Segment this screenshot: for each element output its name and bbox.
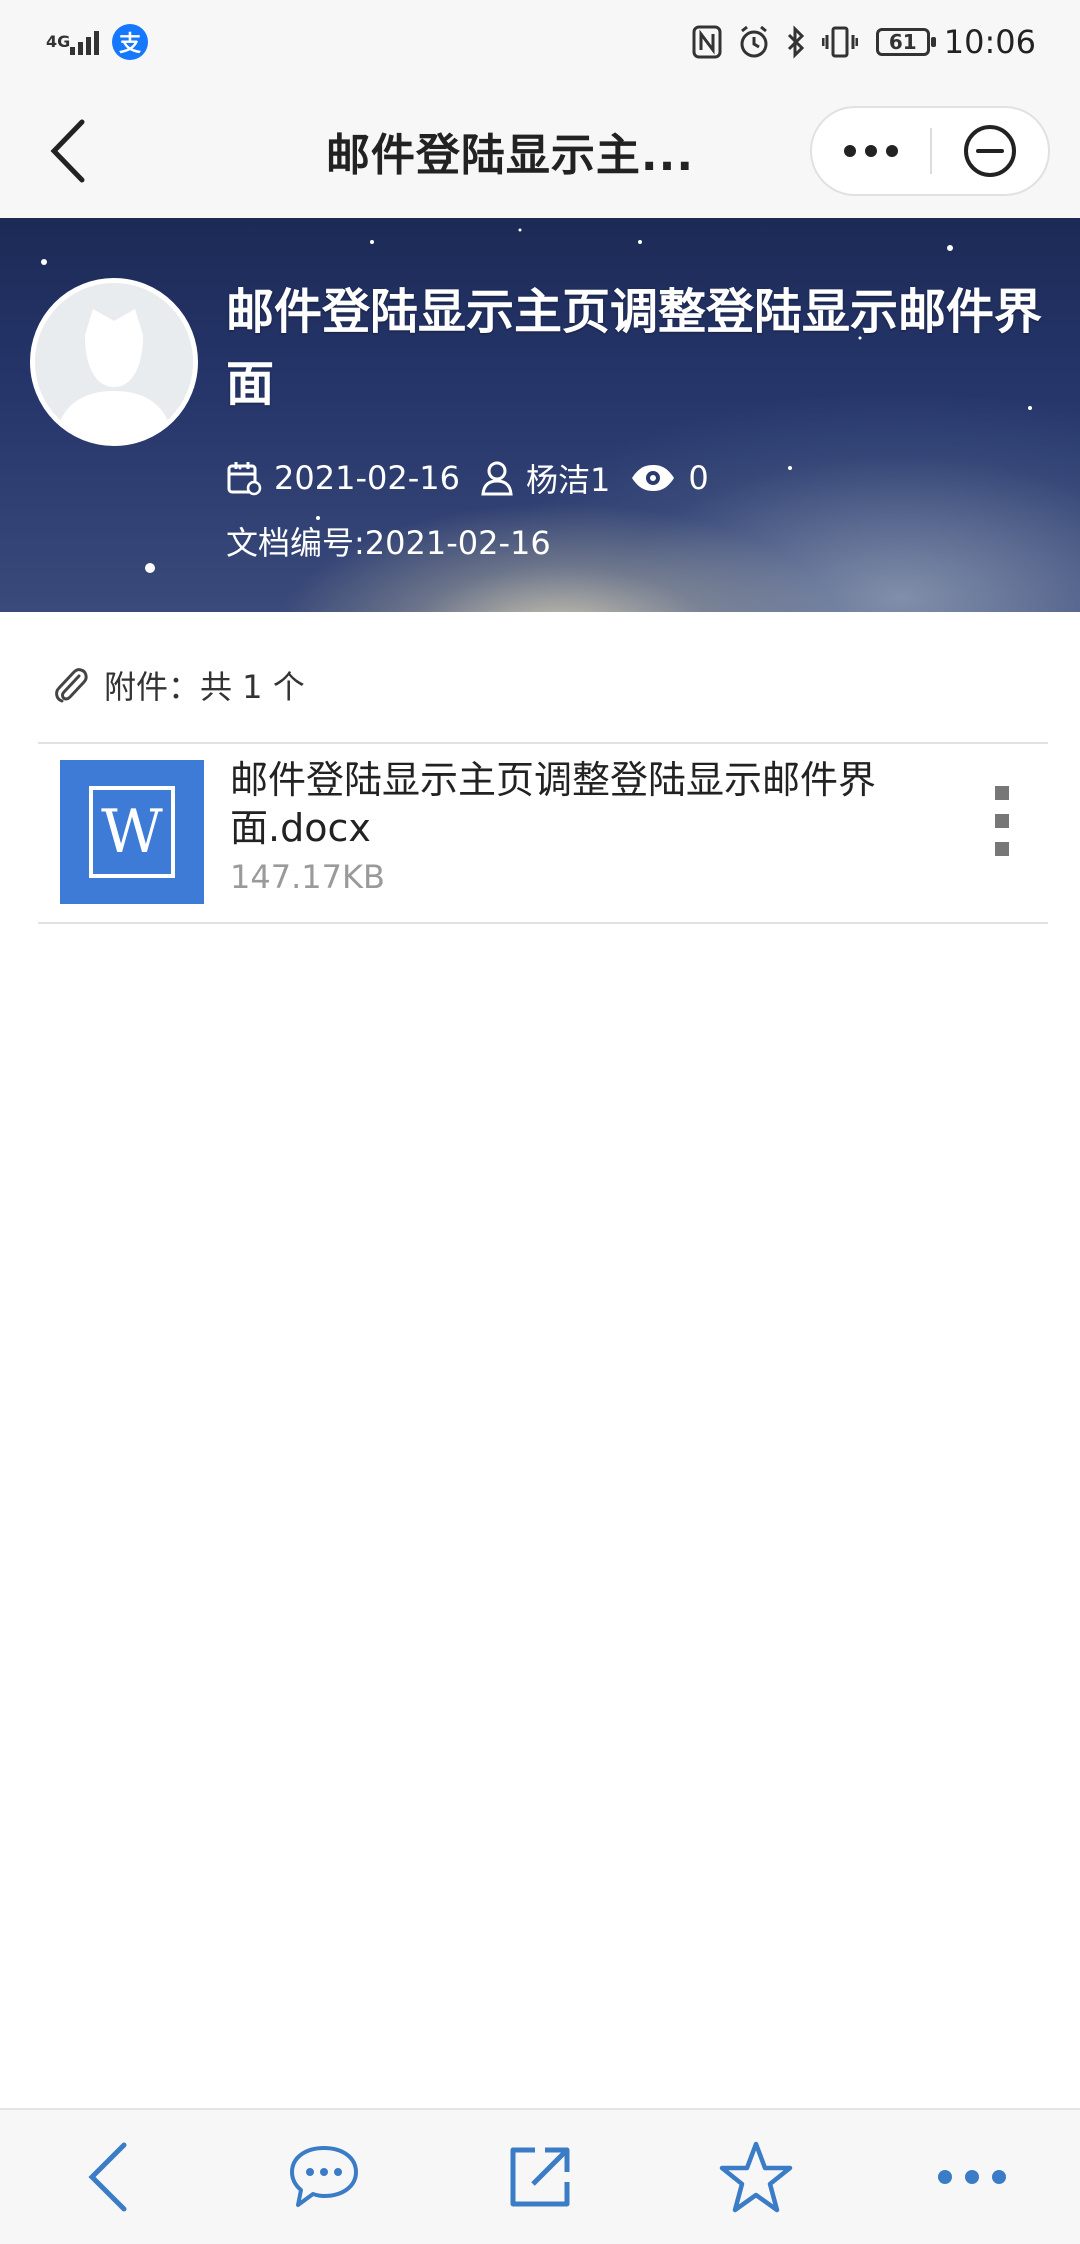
eye-icon bbox=[632, 465, 675, 491]
menu-dot bbox=[995, 814, 1009, 828]
signal-icon bbox=[70, 29, 102, 55]
clock: 10:06 bbox=[943, 23, 1036, 61]
back-arrow-icon bbox=[50, 119, 85, 183]
view-count: 0 bbox=[630, 459, 709, 497]
word-glyph: W bbox=[89, 786, 175, 878]
status-bar: 4G 支 61 10:06 bbox=[0, 0, 1080, 84]
share-icon bbox=[510, 2147, 570, 2207]
paperclip-icon bbox=[55, 668, 88, 703]
attachment-menu-button[interactable] bbox=[982, 786, 1022, 876]
calendar-icon bbox=[227, 462, 262, 496]
close-button[interactable] bbox=[932, 108, 1048, 194]
bottom-toolbar bbox=[0, 2108, 1080, 2244]
divider-top bbox=[38, 742, 1048, 744]
battery-icon: 61 bbox=[875, 28, 936, 56]
attachment-size: 147.17KB bbox=[230, 858, 385, 896]
back-button[interactable] bbox=[48, 114, 108, 188]
toolbar-comment-button[interactable] bbox=[264, 2122, 384, 2232]
attachment-filename: 邮件登陆显示主页调整登陆显示邮件界面.docx bbox=[230, 758, 877, 850]
word-file-icon: W bbox=[60, 760, 204, 904]
document-number: 文档编号:2021-02-16 bbox=[226, 524, 551, 562]
publish-date: 2021-02-16 bbox=[226, 459, 460, 497]
toolbar-share-button[interactable] bbox=[480, 2122, 600, 2232]
view-count-text: 0 bbox=[688, 459, 709, 497]
bluetooth-icon bbox=[786, 25, 806, 59]
status-left: 4G 支 bbox=[46, 24, 148, 60]
article-header-banner: 邮件登陆显示主页调整登陆显示邮件界面 2021-02-16 杨洁1 0 文档编号… bbox=[0, 218, 1080, 612]
back-icon bbox=[88, 2142, 127, 2212]
alipay-icon: 支 bbox=[112, 24, 148, 60]
attachments-header: 附件：共 1 个 bbox=[52, 660, 305, 710]
network-type: 4G bbox=[46, 32, 71, 51]
page-title: 邮件登陆显示主... bbox=[325, 130, 695, 181]
vibrate-icon bbox=[821, 25, 858, 59]
nfc-icon bbox=[692, 25, 722, 59]
article-meta: 2021-02-16 杨洁1 0 bbox=[226, 454, 1066, 502]
publish-date-text: 2021-02-16 bbox=[274, 459, 460, 497]
status-right: 61 10:06 bbox=[676, 23, 1036, 61]
toolbar-more-button[interactable] bbox=[912, 2122, 1032, 2232]
attachment-item[interactable]: W 邮件登陆显示主页调整登陆显示邮件界面.docx 147.17KB bbox=[38, 746, 1048, 922]
avatar-placeholder-icon bbox=[35, 283, 193, 441]
screen: 4G 支 61 10:06 邮件登陆显示主... 邮件登陆显示主页调整登陆显示邮… bbox=[0, 0, 1080, 2244]
menu-dot bbox=[995, 786, 1009, 800]
favorite-star-icon bbox=[719, 2141, 793, 2213]
toolbar-favorite-button[interactable] bbox=[696, 2122, 816, 2232]
comment-icon bbox=[290, 2146, 358, 2207]
more-button[interactable] bbox=[812, 108, 930, 194]
toolbar-back-button[interactable] bbox=[48, 2122, 168, 2232]
divider-bottom bbox=[38, 922, 1048, 924]
author-name: 杨洁1 bbox=[525, 461, 611, 499]
author: 杨洁1 bbox=[480, 455, 610, 501]
author-avatar bbox=[30, 278, 198, 446]
article-title: 邮件登陆显示主页调整登陆显示邮件界面 bbox=[226, 284, 1043, 412]
mini-program-capsule bbox=[810, 106, 1050, 196]
nav-bar: 邮件登陆显示主... bbox=[0, 84, 1080, 218]
alarm-icon bbox=[738, 25, 770, 59]
attachments-count-label: 附件：共 1 个 bbox=[104, 668, 305, 706]
more-icon bbox=[938, 2170, 1006, 2184]
menu-dot bbox=[995, 842, 1009, 856]
more-dots-icon bbox=[844, 145, 898, 157]
user-icon bbox=[481, 461, 513, 496]
close-circle-icon bbox=[964, 125, 1016, 177]
